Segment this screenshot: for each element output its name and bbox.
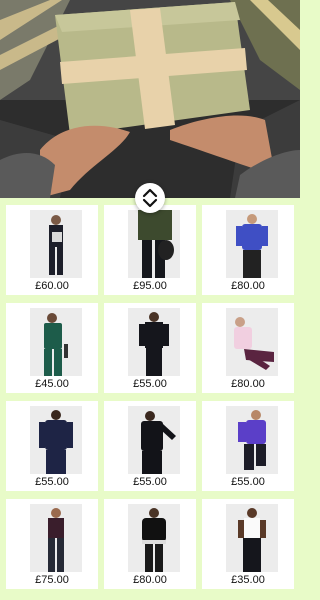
product-card[interactable]: £35.00 <box>202 499 294 589</box>
product-price: £80.00 <box>231 280 265 292</box>
product-card[interactable]: £55.00 <box>6 401 98 491</box>
product-card[interactable]: £80.00 <box>202 303 294 393</box>
product-price: £55.00 <box>133 476 167 488</box>
scroll-toggle-button[interactable] <box>135 183 165 213</box>
hero-image <box>0 0 300 198</box>
product-grid: £60.00 £95.00 £80.00 £45.00 £55.00 £80.0… <box>0 198 300 600</box>
product-image <box>226 504 278 572</box>
product-image <box>128 504 180 572</box>
up-down-chevron-icon <box>142 188 158 208</box>
product-card[interactable]: £60.00 <box>6 205 98 295</box>
product-price: £75.00 <box>35 574 69 586</box>
product-card[interactable]: £75.00 <box>6 499 98 589</box>
product-image <box>30 308 82 376</box>
product-card[interactable]: £55.00 <box>202 401 294 491</box>
product-price: £55.00 <box>133 378 167 390</box>
product-card[interactable]: £55.00 <box>104 303 196 393</box>
product-image <box>128 210 180 278</box>
product-image <box>128 406 180 474</box>
product-price: £45.00 <box>35 378 69 390</box>
product-image <box>30 210 82 278</box>
product-card[interactable]: £80.00 <box>104 499 196 589</box>
product-price: £55.00 <box>231 476 265 488</box>
product-image <box>30 504 82 572</box>
product-image <box>226 406 278 474</box>
product-image <box>226 308 278 376</box>
product-price: £55.00 <box>35 476 69 488</box>
product-image <box>128 308 180 376</box>
product-image <box>226 210 278 278</box>
product-card[interactable]: £80.00 <box>202 205 294 295</box>
product-price: £80.00 <box>133 574 167 586</box>
product-price: £80.00 <box>231 378 265 390</box>
product-card[interactable]: £95.00 <box>104 205 196 295</box>
product-image <box>30 406 82 474</box>
product-price: £60.00 <box>35 280 69 292</box>
product-price: £95.00 <box>133 280 167 292</box>
product-card[interactable]: £45.00 <box>6 303 98 393</box>
product-card[interactable]: £55.00 <box>104 401 196 491</box>
product-price: £35.00 <box>231 574 265 586</box>
